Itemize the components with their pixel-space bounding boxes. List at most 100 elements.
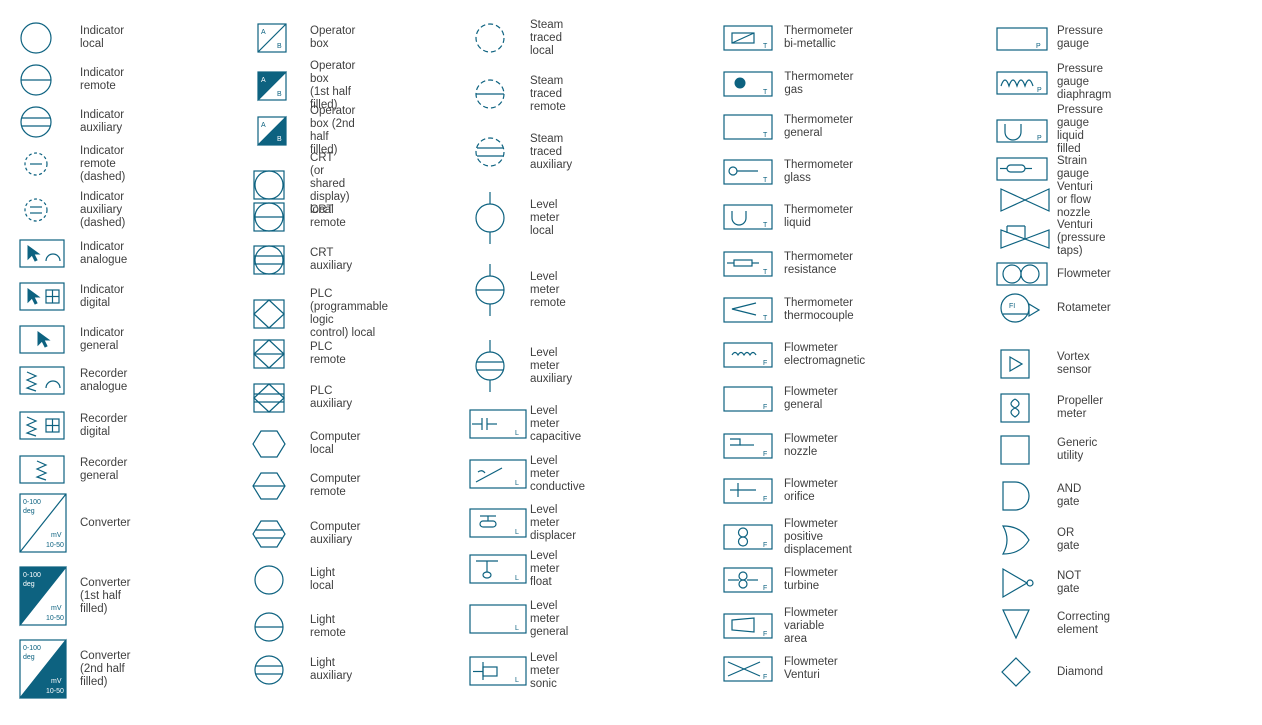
svg-text:mV: mV (51, 678, 62, 685)
legend-item-indicator-auxiliary-dashed[interactable]: Indicator auxiliary (dashed) (18, 188, 125, 232)
legend-item-indicator-remote[interactable]: Indicator remote (18, 58, 124, 102)
svg-text:L: L (515, 677, 519, 684)
legend-item-converter-half1[interactable]: 0-100 deg mV 10-50 Converter (1st half f… (18, 563, 131, 629)
legend-item-computer-auxiliary[interactable]: Computer auxiliary (248, 512, 361, 556)
legend-item-generic-utility[interactable]: Generic utility (995, 428, 1097, 472)
legend-label: CRT remote (310, 204, 346, 229)
legend-item-thermo-gas[interactable]: T Thermometer gas (722, 62, 863, 106)
computer-auxiliary-icon (248, 512, 310, 556)
svg-text:10-50: 10-50 (46, 688, 64, 695)
legend-label: Level meter float (530, 549, 560, 588)
legend-item-thermo-bimetallic[interactable]: T Thermometer bi-metallic (722, 16, 863, 60)
legend-item-diamond[interactable]: Diamond (995, 650, 1103, 694)
legend-item-indicator-local[interactable]: Indicator local (18, 16, 124, 60)
legend-item-level-conductive[interactable]: L Level meter conductive (468, 452, 585, 496)
legend-item-indicator-remote-dashed[interactable]: Indicator remote (dashed) (18, 142, 125, 186)
box-arrow-icon (18, 318, 80, 362)
box-arrow-grid-icon (18, 275, 80, 319)
legend-item-recorder-general[interactable]: Recorder general (18, 448, 127, 492)
legend-label: Flowmeter positive displacement (784, 517, 852, 556)
legend-item-plc-auxiliary[interactable]: PLC auxiliary (248, 376, 352, 420)
legend-item-computer-remote[interactable]: Computer remote (248, 464, 361, 508)
legend-label: Thermometer general (784, 114, 854, 139)
legend-item-light-auxiliary[interactable]: Light auxiliary (248, 648, 352, 692)
legend-item-steam-local[interactable]: Steam traced local (468, 16, 563, 60)
legend-item-propeller-meter[interactable]: Propeller meter (995, 386, 1103, 430)
legend-item-flow-venturi[interactable]: F Flowmeter Venturi (722, 647, 848, 691)
legend-item-plc-remote[interactable]: PLC remote (248, 332, 346, 376)
legend-item-light-local[interactable]: Light local (248, 558, 335, 602)
svg-text:P: P (1037, 135, 1042, 142)
legend-label: Correcting element (1057, 611, 1111, 636)
legend-item-steam-auxiliary[interactable]: Steam traced auxiliary (468, 130, 572, 174)
legend-item-vortex-sensor[interactable]: Vortex sensor (995, 342, 1092, 386)
legend-item-recorder-analogue[interactable]: Recorder analogue (18, 359, 127, 403)
generic-utility-icon (995, 428, 1057, 472)
legend-item-level-general[interactable]: L Level meter general (468, 597, 568, 641)
legend-item-pressure-gauge-diaphragm[interactable]: P Pressure gauge diaphragm (995, 60, 1111, 104)
level-float-icon: L (468, 547, 530, 591)
legend-item-operator-box-half2[interactable]: A B Operator box (2nd half filled) (248, 105, 355, 157)
legend-item-level-sonic[interactable]: L Level meter sonic (468, 649, 559, 693)
flow-variable-area-icon: F (722, 604, 784, 648)
flow-positive-displacement-icon: F (722, 515, 784, 559)
legend-label: Indicator remote (dashed) (80, 144, 126, 183)
legend-item-computer-local[interactable]: Computer local (248, 422, 361, 466)
legend-label: Flowmeter electromagnetic (784, 342, 866, 367)
legend-item-flow-orifice[interactable]: F Flowmeter orifice (722, 469, 848, 513)
legend-item-operator-box[interactable]: A B Operator box (248, 16, 355, 60)
legend-item-light-remote[interactable]: Light remote (248, 605, 346, 649)
legend-item-thermo-general[interactable]: T Thermometer general (722, 105, 863, 149)
legend-item-level-float[interactable]: L Level meter float (468, 547, 559, 591)
legend-item-thermo-thermocouple[interactable]: T Thermometer thermocouple (722, 288, 864, 332)
svg-text:F: F (763, 585, 767, 592)
legend-item-steam-remote[interactable]: Steam traced remote (468, 72, 566, 116)
legend-item-indicator-general[interactable]: Indicator general (18, 318, 124, 362)
legend-item-crt-auxiliary[interactable]: CRT auxiliary (248, 238, 352, 282)
svg-text:B: B (277, 43, 282, 50)
legend-item-rotameter[interactable]: FI Rotameter (995, 286, 1111, 330)
svg-text:L: L (515, 575, 519, 582)
legend-item-thermo-resistance[interactable]: T Thermometer resistance (722, 242, 863, 286)
legend-item-indicator-digital[interactable]: Indicator digital (18, 275, 124, 319)
legend-label: Thermometer liquid (784, 204, 854, 229)
legend-item-converter[interactable]: 0-100 deg mV 10-50 Converter (18, 490, 131, 556)
legend-item-level-remote[interactable]: Level meter remote (468, 262, 566, 318)
legend-item-flow-positive-displacement[interactable]: F Flowmeter positive displacement (722, 515, 862, 559)
legend-item-level-displacer[interactable]: L Level meter displacer (468, 501, 576, 545)
circle-dashed-2hline-icon (18, 188, 80, 232)
converter-half2-icon: 0-100 deg mV 10-50 (18, 636, 80, 702)
legend-item-indicator-analogue[interactable]: Indicator analogue (18, 232, 127, 276)
legend-item-correcting-element[interactable]: Correcting element (995, 602, 1110, 646)
legend-item-recorder-digital[interactable]: Recorder digital (18, 404, 127, 448)
box-wave-arc-icon (18, 359, 80, 403)
legend-item-flow-electromagnetic[interactable]: F Flowmeter electromagnetic (722, 333, 875, 377)
legend-item-crt-remote[interactable]: CRT remote (248, 195, 346, 239)
legend-item-thermo-glass[interactable]: T Thermometer glass (722, 150, 863, 194)
legend-label: Flowmeter turbine (784, 567, 838, 592)
legend-item-flow-variable-area[interactable]: F Flowmeter variable area (722, 604, 848, 648)
diamond-icon (995, 650, 1057, 694)
circle-hline-icon (18, 58, 80, 102)
svg-text:A: A (261, 77, 266, 84)
legend-item-converter-half2[interactable]: 0-100 deg mV 10-50 Converter (2nd half f… (18, 636, 131, 702)
legend-item-flow-nozzle[interactable]: F Flowmeter nozzle (722, 424, 848, 468)
thermo-bimetallic-icon: T (722, 16, 784, 60)
legend-item-flow-turbine[interactable]: F Flowmeter turbine (722, 558, 848, 602)
operator-box-half1-icon: A B (248, 64, 310, 108)
legend-item-level-capacitive[interactable]: L Level meter capacitive (468, 402, 581, 446)
legend-item-and-gate[interactable]: AND gate (995, 474, 1081, 518)
svg-text:F: F (763, 631, 767, 638)
svg-text:10-50: 10-50 (46, 615, 64, 622)
legend-item-level-local[interactable]: Level meter local (468, 190, 559, 246)
legend-item-thermo-liquid[interactable]: T Thermometer liquid (722, 195, 863, 239)
legend-item-level-auxiliary[interactable]: Level meter auxiliary (468, 338, 572, 394)
legend-label: Indicator remote (80, 67, 125, 92)
legend-item-not-gate[interactable]: NOT gate (995, 561, 1081, 605)
legend-item-flow-general[interactable]: F Flowmeter general (722, 377, 848, 421)
legend-item-or-gate[interactable]: OR gate (995, 518, 1079, 562)
legend-item-pressure-gauge[interactable]: P Pressure gauge (995, 16, 1103, 60)
legend-item-indicator-auxiliary[interactable]: Indicator auxiliary (18, 100, 124, 144)
svg-text:F: F (763, 404, 767, 411)
propeller-meter-icon (995, 386, 1057, 430)
